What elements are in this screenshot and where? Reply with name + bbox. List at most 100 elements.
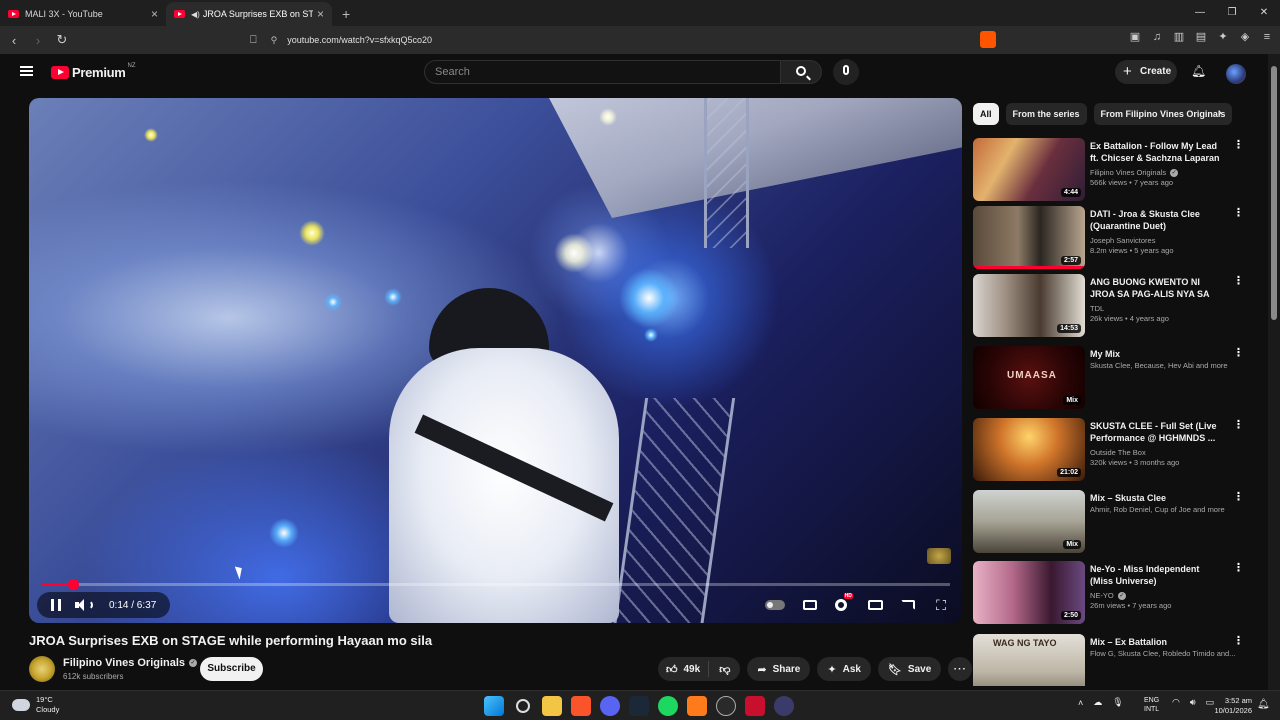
notifications-bell-icon[interactable]: 🔔︎ — [1191, 64, 1206, 78]
chip-all[interactable]: All — [973, 103, 999, 125]
more-options-icon[interactable]: ⋮ — [1233, 636, 1244, 647]
dislike-button[interactable]: 👎︎ — [709, 663, 740, 676]
close-window-icon[interactable]: ✕ — [1248, 0, 1280, 26]
sidebar-icon[interactable]: ▣ — [1128, 30, 1142, 44]
subscribe-button[interactable]: Subscribe — [200, 657, 263, 681]
recommendation-item[interactable]: UMAASA Mix My Mix Skusta Clee, Because, … — [973, 346, 1245, 412]
more-options-icon[interactable]: ⋮ — [1233, 492, 1244, 503]
video-thumbnail[interactable]: 2:57 — [973, 206, 1085, 269]
seek-bar[interactable] — [41, 579, 950, 590]
recommendation-item[interactable]: 4:44 Ex Battalion - Follow My Lead ft. C… — [973, 138, 1245, 204]
reload-icon[interactable]: ↻ — [52, 32, 72, 48]
autoplay-toggle[interactable] — [765, 600, 785, 610]
share-button[interactable]: ➦ Share — [747, 657, 811, 681]
back-icon[interactable]: ‹ — [4, 33, 24, 48]
channel-name[interactable]: Filipino Vines Originals — [63, 657, 185, 669]
app-orange-icon[interactable] — [687, 696, 707, 716]
fullscreen-icon[interactable]: ⛶ — [933, 598, 949, 612]
more-options-icon[interactable]: ⋮ — [1233, 420, 1244, 431]
more-options-icon[interactable]: ⋮ — [1233, 208, 1244, 219]
video-thumbnail[interactable]: 4:44 — [973, 138, 1085, 201]
create-button[interactable]: + Create — [1115, 60, 1177, 84]
steam-icon[interactable] — [629, 696, 649, 716]
page-scrollbar[interactable] — [1268, 54, 1280, 690]
channel-name-row[interactable]: Filipino Vines Originals ✓ — [63, 657, 198, 669]
menu-icon[interactable]: ≡ — [1260, 30, 1274, 44]
video-thumbnail[interactable]: 14:53 — [973, 274, 1085, 337]
browser-tab-active[interactable]: ◀) JROA Surprises EXB on STAGE × — [166, 2, 332, 26]
split-view-icon[interactable]: ▥ — [1172, 30, 1186, 44]
recommendation-title[interactable]: Ex Battalion - Follow My Lead ft. Chicse… — [1090, 140, 1222, 164]
recommendation-title[interactable]: SKUSTA CLEE - Full Set (Live Performance… — [1090, 420, 1222, 444]
recommendation-item[interactable]: WAG NG TAYO Mix – Ex Battalion Flow G, S… — [973, 634, 1245, 686]
volume-icon[interactable]: 🔊︎ — [1190, 697, 1196, 708]
mix-thumbnail[interactable]: WAG NG TAYO — [973, 634, 1085, 686]
more-options-icon[interactable]: ⋮ — [1233, 276, 1244, 287]
vpn-icon[interactable]: ◈ — [1238, 30, 1252, 44]
close-tab-icon[interactable]: × — [317, 7, 324, 21]
recommendation-item[interactable]: 14:53 ANG BUONG KWENTO NI JROA SA PAG-AL… — [973, 274, 1245, 340]
recommendation-item[interactable]: Mix Mix – Skusta Clee Ahmir, Rob Deniel,… — [973, 490, 1245, 556]
channel-avatar[interactable] — [29, 656, 55, 682]
recommendation-item[interactable]: 2:57 DATI - Jroa & Skusta Clee (Quaranti… — [973, 206, 1245, 272]
video-thumbnail[interactable]: 2:50 — [973, 561, 1085, 624]
search-icon[interactable] — [516, 699, 530, 713]
forward-icon[interactable]: › — [28, 33, 48, 48]
wallet-icon[interactable]: ▤ — [1194, 30, 1208, 44]
more-options-icon[interactable]: ⋮ — [1233, 348, 1244, 359]
more-options-icon[interactable]: ⋮ — [1233, 563, 1244, 574]
site-info-icon[interactable]: ⚲ — [271, 35, 278, 46]
recommendation-item[interactable]: 2:50 Ne-Yo - Miss Independent (Miss Univ… — [973, 561, 1245, 627]
search-button[interactable] — [781, 60, 822, 84]
voice-search-button[interactable] — [833, 59, 859, 85]
windows-start-icon[interactable] — [484, 696, 504, 716]
seek-handle[interactable] — [67, 579, 79, 590]
close-tab-icon[interactable]: × — [151, 7, 158, 21]
brave-shields-icon[interactable] — [980, 31, 996, 48]
wifi-icon[interactable]: ◠ — [1172, 697, 1180, 708]
settings-button[interactable]: HD — [834, 593, 853, 611]
browser-tab[interactable]: MALI 3X - YouTube × — [0, 2, 166, 26]
url-bar[interactable]: ⎕ ⚲ youtube.com/watch?v=sfxkqQ5co20 — [250, 29, 1000, 51]
pause-icon[interactable] — [51, 599, 61, 611]
video-thumbnail[interactable]: 21:02 — [973, 418, 1085, 481]
network-app-icon[interactable]: ☁ — [1093, 697, 1102, 708]
ai-assistant-icon[interactable]: ✦ — [1216, 30, 1230, 44]
ask-button[interactable]: ✦ Ask — [817, 657, 871, 681]
more-actions-button[interactable]: ··· — [948, 657, 973, 681]
file-explorer-icon[interactable] — [542, 696, 562, 716]
brave-browser-icon[interactable] — [571, 696, 591, 716]
chip-from-channel[interactable]: From Filipino Vines Originals — [1093, 103, 1233, 125]
speaker-icon[interactable]: ◀) — [191, 10, 200, 19]
recommendation-title[interactable]: Mix – Skusta Clee — [1090, 492, 1222, 504]
captions-icon[interactable] — [802, 600, 817, 610]
notification-center-icon[interactable]: 🔔︎ — [1257, 699, 1270, 710]
account-avatar[interactable] — [1226, 64, 1246, 84]
chip-from-the-series[interactable]: From the series — [1005, 103, 1087, 125]
like-button[interactable]: 👍︎ 49k — [658, 661, 710, 677]
new-tab-button[interactable]: + — [332, 2, 360, 26]
channel-watermark[interactable] — [927, 548, 951, 564]
mix-thumbnail[interactable]: Mix — [973, 490, 1085, 553]
restore-icon[interactable]: ❐ — [1216, 0, 1248, 26]
recommendation-title[interactable]: ANG BUONG KWENTO NI JROA SA PAG-ALIS NYA… — [1090, 276, 1222, 300]
search-input[interactable]: Search — [424, 60, 781, 84]
microphone-icon[interactable]: 🎙︎ — [1112, 697, 1123, 708]
recommendation-title[interactable]: Mix – Ex Battalion — [1090, 636, 1222, 648]
guide-menu-icon[interactable] — [20, 66, 33, 76]
minimize-icon[interactable]: — — [1184, 0, 1216, 26]
media-icon[interactable]: ♫ — [1150, 30, 1164, 44]
mix-thumbnail[interactable]: UMAASA Mix — [973, 346, 1085, 409]
system-clock[interactable]: 3:52 am 10/01/2026 — [1208, 696, 1252, 716]
volume-icon[interactable] — [75, 599, 93, 611]
app-purple-icon[interactable] — [774, 696, 794, 716]
chevron-up-icon[interactable]: ˄ — [1078, 698, 1083, 708]
weather-widget[interactable]: 19°C Cloudy — [12, 695, 59, 715]
scrollbar-thumb[interactable] — [1271, 66, 1277, 320]
language-indicator[interactable]: ENG INTL — [1144, 696, 1159, 714]
discord-icon[interactable] — [600, 696, 620, 716]
chevron-right-icon[interactable]: › — [1218, 107, 1222, 119]
cast-icon[interactable] — [901, 600, 916, 610]
recommendation-title[interactable]: My Mix — [1090, 348, 1222, 360]
app-red-icon[interactable] — [745, 696, 765, 716]
